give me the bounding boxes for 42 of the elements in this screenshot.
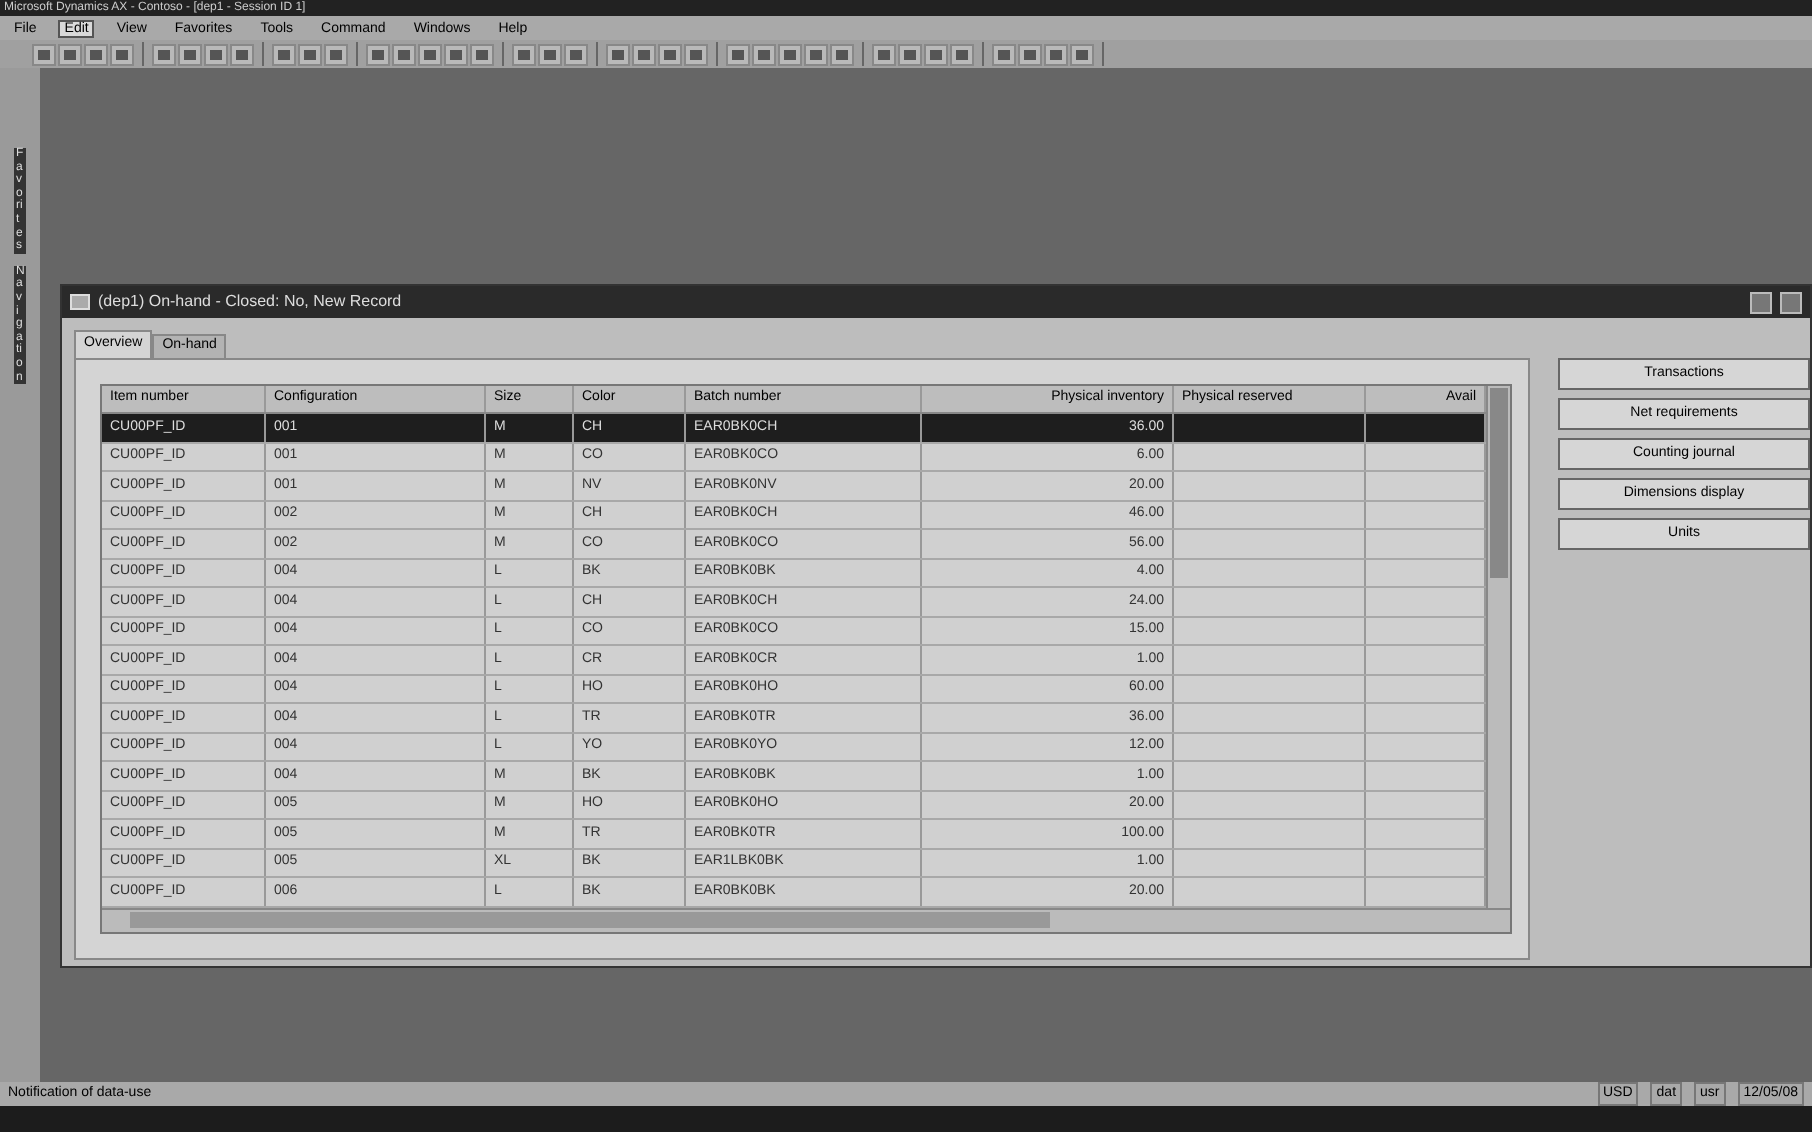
toolbar-button[interactable] <box>564 43 588 65</box>
toolbar-button[interactable] <box>230 43 254 65</box>
toolbar-button[interactable] <box>366 43 390 65</box>
toolbar-button[interactable] <box>658 43 682 65</box>
toolbar-button[interactable] <box>950 43 974 65</box>
toolbar-button[interactable] <box>804 43 828 65</box>
toolbar-button[interactable] <box>684 43 708 65</box>
vertical-scrollbar[interactable] <box>1486 386 1510 907</box>
toolbar-button[interactable] <box>992 43 1016 65</box>
toolbar-button[interactable] <box>1018 43 1042 65</box>
toolbar-button[interactable] <box>178 43 202 65</box>
toolbar-button[interactable] <box>204 43 228 65</box>
toolbar-button[interactable] <box>298 43 322 65</box>
toolbar-button[interactable] <box>606 43 630 65</box>
toolbar-button[interactable] <box>898 43 922 65</box>
toolbar-button[interactable] <box>324 43 348 65</box>
toolbar-button[interactable] <box>152 43 176 65</box>
toolbar-button[interactable] <box>830 43 854 65</box>
maximize-button[interactable] <box>1780 291 1802 313</box>
form-icon <box>70 294 90 310</box>
toolbar-button[interactable] <box>872 43 896 65</box>
toolbar-button[interactable] <box>470 43 494 65</box>
toolbar-button[interactable] <box>392 43 416 65</box>
toolbar-button[interactable] <box>778 43 802 65</box>
toolbar-button[interactable] <box>272 43 296 65</box>
toolbar-button[interactable] <box>924 43 948 65</box>
toolbar-button[interactable] <box>752 43 776 65</box>
form-title: (dep1) On-hand - Closed: No, New Record <box>98 290 402 314</box>
toolbar-button[interactable] <box>538 43 562 65</box>
toolbar-button[interactable] <box>632 43 656 65</box>
toolbar-button[interactable] <box>58 43 82 65</box>
toolbar-button[interactable] <box>32 43 56 65</box>
toolbar-button[interactable] <box>110 43 134 65</box>
horizontal-scrollbar[interactable] <box>102 907 1510 931</box>
toolbar-button[interactable] <box>444 43 468 65</box>
toolbar-button[interactable] <box>512 43 536 65</box>
toolbar-button[interactable] <box>84 43 108 65</box>
toolbar-button[interactable] <box>1044 43 1068 65</box>
minimize-button[interactable] <box>1750 291 1772 313</box>
toolbar-button[interactable] <box>418 43 442 65</box>
toolbar-button[interactable] <box>726 43 750 65</box>
toolbar-button[interactable] <box>1070 43 1094 65</box>
